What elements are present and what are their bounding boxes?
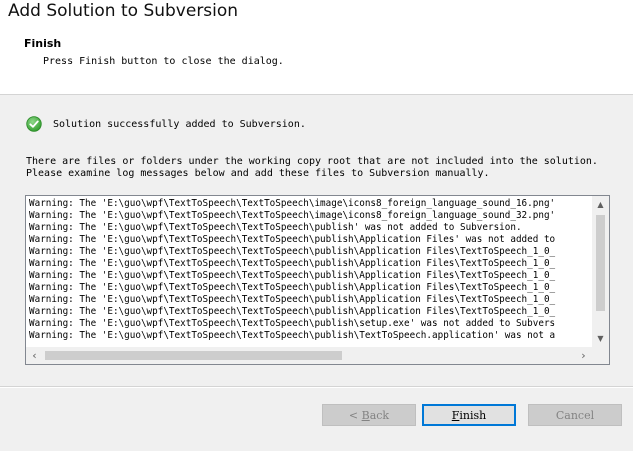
title-bar: Add Solution to Subversion — [0, 0, 633, 26]
success-message: Solution successfully added to Subversio… — [53, 119, 306, 130]
scroll-left-arrow-icon[interactable]: ‹ — [26, 347, 43, 364]
log-line: Warning: The 'E:\guo\wpf\TextToSpeech\Te… — [29, 318, 556, 329]
log-line: Warning: The 'E:\guo\wpf\TextToSpeech\Te… — [29, 306, 556, 317]
scroll-down-arrow-icon[interactable]: ▼ — [592, 330, 609, 347]
log-line: Warning: The 'E:\guo\wpf\TextToSpeech\Te… — [29, 210, 556, 221]
log-line: Warning: The 'E:\guo\wpf\TextToSpeech\Te… — [29, 198, 556, 209]
info-line-2: Please examine log messages below and ad… — [26, 168, 490, 179]
cancel-label: Cancel — [555, 408, 595, 422]
back-prefix: < — [348, 408, 362, 422]
footer-separator — [0, 386, 633, 388]
log-line: Warning: The 'E:\guo\wpf\TextToSpeech\Te… — [29, 258, 556, 269]
finish-button[interactable]: Finish — [422, 404, 516, 426]
log-line: Warning: The 'E:\guo\wpf\TextToSpeech\Te… — [29, 294, 556, 305]
log-line: Warning: The 'E:\guo\wpf\TextToSpeech\Te… — [29, 234, 556, 245]
log-line: Warning: The 'E:\guo\wpf\TextToSpeech\Te… — [29, 222, 522, 233]
horizontal-scroll-thumb[interactable] — [45, 351, 342, 360]
check-circle-icon — [26, 116, 42, 132]
page-subtitle: Press Finish button to close the dialog. — [43, 56, 284, 67]
scroll-corner — [592, 347, 609, 364]
log-lines: Warning: The 'E:\guo\wpf\TextToSpeech\Te… — [29, 198, 555, 342]
back-button[interactable]: < Back — [322, 404, 416, 426]
info-line-1: There are files or folders under the wor… — [26, 156, 598, 167]
vertical-scroll-thumb[interactable] — [596, 215, 605, 311]
log-line: Warning: The 'E:\guo\wpf\TextToSpeech\Te… — [29, 270, 556, 281]
wizard-header: Finish Press Finish button to close the … — [0, 26, 633, 95]
log-textbox[interactable]: Warning: The 'E:\guo\wpf\TextToSpeech\Te… — [25, 195, 610, 365]
window-title: Add Solution to Subversion — [8, 1, 239, 21]
horizontal-scrollbar[interactable]: ‹ › — [26, 347, 592, 364]
log-line: Warning: The 'E:\guo\wpf\TextToSpeech\Te… — [29, 330, 556, 341]
info-text: There are files or folders under the wor… — [26, 156, 598, 180]
scroll-up-arrow-icon[interactable]: ▲ — [592, 196, 609, 213]
finish-mnemonic: F — [451, 408, 460, 422]
back-mnemonic: B — [361, 408, 370, 422]
cancel-button[interactable]: Cancel — [528, 404, 622, 426]
vertical-scrollbar[interactable]: ▲ ▼ — [592, 196, 609, 347]
back-label-rest: ack — [369, 408, 390, 422]
log-line: Warning: The 'E:\guo\wpf\TextToSpeech\Te… — [29, 282, 556, 293]
scroll-right-arrow-icon[interactable]: › — [575, 347, 592, 364]
finish-label-rest: inish — [459, 408, 487, 422]
page-title: Finish — [24, 37, 62, 50]
log-viewport: Warning: The 'E:\guo\wpf\TextToSpeech\Te… — [26, 196, 592, 347]
log-line: Warning: The 'E:\guo\wpf\TextToSpeech\Te… — [29, 246, 556, 257]
